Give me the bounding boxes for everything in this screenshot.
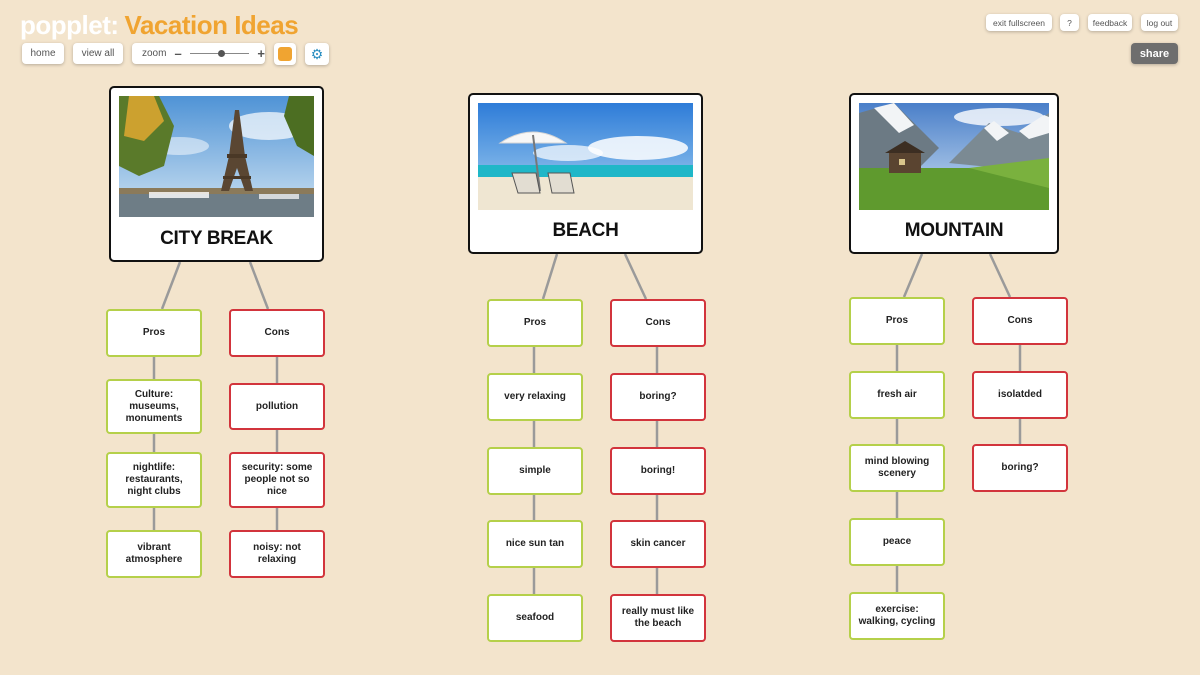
mountain-photo xyxy=(859,103,1049,210)
beach-con-item[interactable]: really must like the beach xyxy=(610,594,706,642)
popple-label: BEACH xyxy=(552,220,619,241)
mountain-con-item[interactable]: boring? xyxy=(972,444,1068,492)
eiffel-tower-photo xyxy=(119,96,314,217)
popple-city-break[interactable]: CITY BREAK xyxy=(109,86,324,262)
beach-con-item[interactable]: boring! xyxy=(610,447,706,495)
beach-pros-header[interactable]: Pros xyxy=(487,299,583,347)
beach-cons-header[interactable]: Cons xyxy=(610,299,706,347)
popple-label: CITY BREAK xyxy=(160,228,273,249)
beach-pro-item[interactable]: seafood xyxy=(487,594,583,642)
connector-line xyxy=(988,253,1012,298)
beach-photo xyxy=(478,103,693,210)
beach-con-item[interactable]: skin cancer xyxy=(610,520,706,568)
connector-line xyxy=(160,261,182,310)
popple-label: MOUNTAIN xyxy=(904,220,1004,241)
connector-line xyxy=(541,253,559,300)
city-break-con-item[interactable]: security: some people not so nice xyxy=(229,452,325,508)
connector-line xyxy=(902,253,924,298)
city-break-con-item[interactable]: pollution xyxy=(229,383,325,430)
mountain-cons-header[interactable]: Cons xyxy=(972,297,1068,345)
beach-pro-item[interactable]: nice sun tan xyxy=(487,520,583,568)
city-break-pros-header[interactable]: Pros xyxy=(106,309,202,357)
mountain-pro-item[interactable]: mind blowing scenery xyxy=(849,444,945,492)
mountain-con-item[interactable]: isolatded xyxy=(972,371,1068,419)
beach-pro-item[interactable]: simple xyxy=(487,447,583,495)
popple-beach[interactable]: BEACH xyxy=(468,93,703,254)
mountain-pro-item[interactable]: fresh air xyxy=(849,371,945,419)
mountain-pro-item[interactable]: peace xyxy=(849,518,945,566)
city-break-con-item[interactable]: noisy: not relaxing xyxy=(229,530,325,578)
beach-pro-item[interactable]: very relaxing xyxy=(487,373,583,421)
city-break-pro-item[interactable]: Culture: museums, monuments xyxy=(106,379,202,434)
mountain-pros-header[interactable]: Pros xyxy=(849,297,945,345)
popple-mountain[interactable]: MOUNTAIN xyxy=(849,93,1059,254)
beach-con-item[interactable]: boring? xyxy=(610,373,706,421)
connector-line xyxy=(623,253,648,300)
mountain-pro-item[interactable]: exercise: walking, cycling xyxy=(849,592,945,640)
connector-line xyxy=(248,261,270,310)
city-break-pro-item[interactable]: vibrant atmosphere xyxy=(106,530,202,578)
city-break-cons-header[interactable]: Cons xyxy=(229,309,325,357)
city-break-pro-item[interactable]: nightlife: restaurants, night clubs xyxy=(106,452,202,508)
